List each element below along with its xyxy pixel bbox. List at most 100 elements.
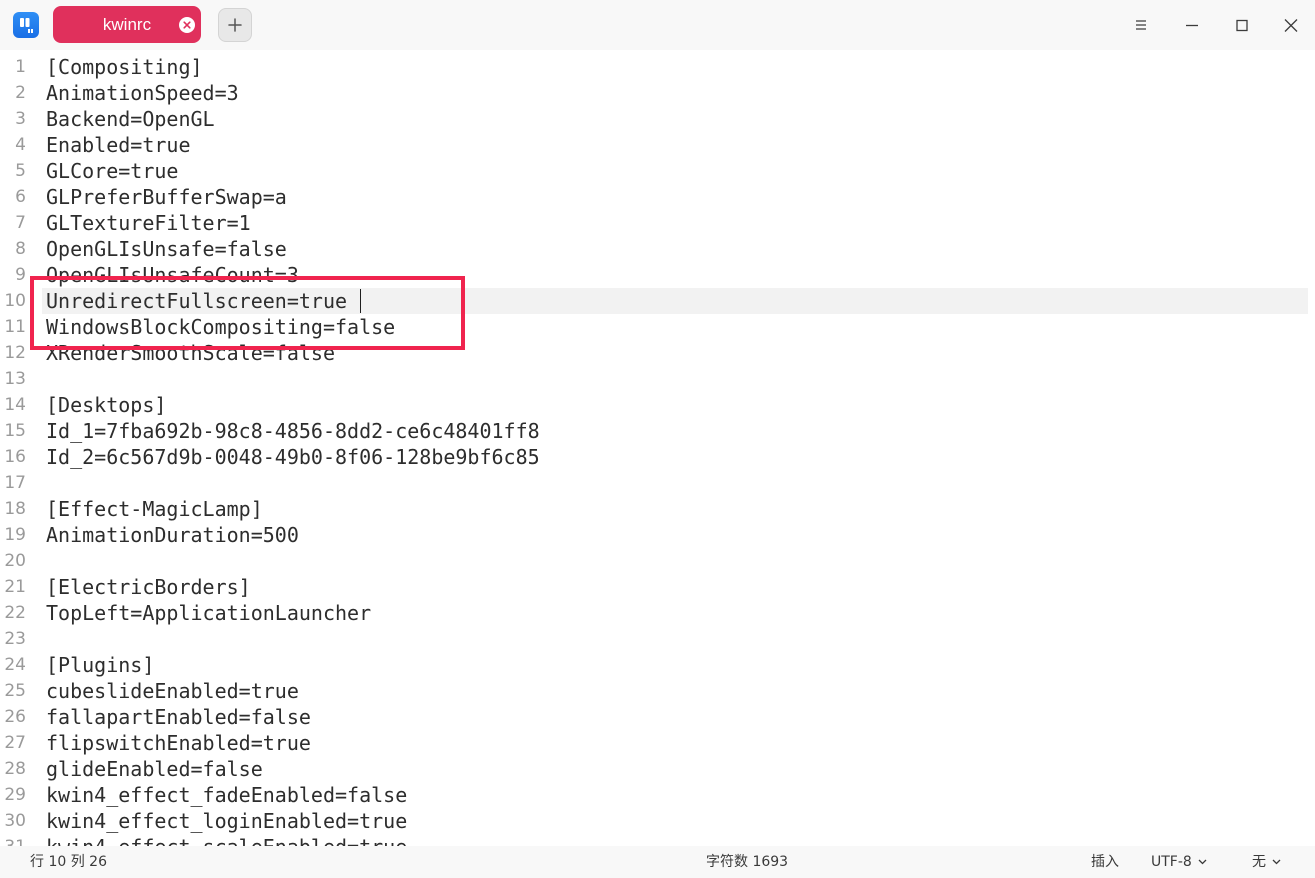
line-number: 25 (4, 681, 26, 701)
line-text[interactable]: Id_1=7fba692b-98c8-4856-8dd2-ce6c48401ff… (46, 418, 540, 444)
plus-icon (228, 18, 242, 32)
line-text[interactable]: kwin4_effect_loginEnabled=true (46, 808, 407, 834)
editor-line[interactable]: 7 GLTextureFilter=1 (0, 210, 1315, 236)
editor-line[interactable]: 29 kwin4_effect_fadeEnabled=false (0, 782, 1315, 808)
text-cursor (360, 289, 361, 313)
maximize-icon (1236, 19, 1248, 32)
line-number: 8 (15, 239, 26, 259)
editor-line[interactable]: 23 (0, 626, 1315, 652)
editor-line[interactable]: 13 (0, 366, 1315, 392)
line-number: 29 (4, 785, 26, 805)
line-number: 17 (4, 473, 26, 493)
editor-line[interactable]: 1 [Compositing] (0, 54, 1315, 80)
line-number: 28 (4, 759, 26, 779)
editor-line[interactable]: 25 cubeslideEnabled=true (0, 678, 1315, 704)
chevron-down-icon (1272, 859, 1281, 865)
title-bar: kwinrc (0, 0, 1315, 50)
line-text[interactable]: TopLeft=ApplicationLauncher (46, 600, 371, 626)
line-text[interactable]: [Desktops] (46, 392, 166, 418)
line-number: 30 (4, 811, 26, 831)
editor-line[interactable]: 27 flipswitchEnabled=true (0, 730, 1315, 756)
line-text[interactable]: GLCore=true (46, 158, 178, 184)
menu-button[interactable] (1126, 10, 1156, 40)
line-number: 14 (4, 395, 26, 415)
line-text[interactable]: fallapartEnabled=false (46, 704, 311, 730)
maximize-button[interactable] (1227, 10, 1257, 40)
encoding-value: UTF-8 (1151, 854, 1192, 870)
line-text[interactable]: Id_2=6c567d9b-0048-49b0-8f06-128be9bf6c8… (46, 444, 540, 470)
editor-line[interactable]: 14 [Desktops] (0, 392, 1315, 418)
line-number: 15 (4, 421, 26, 441)
editor-line[interactable]: 11 WindowsBlockCompositing=false (0, 314, 1315, 340)
editor-line[interactable]: 6 GLPreferBufferSwap=a (0, 184, 1315, 210)
editor-line[interactable]: 8 OpenGLIsUnsafe=false (0, 236, 1315, 262)
line-text[interactable]: [Effect-MagicLamp] (46, 496, 263, 522)
line-number: 22 (4, 603, 26, 623)
editor-line[interactable]: 5 GLCore=true (0, 158, 1315, 184)
highlight-dropdown[interactable]: 无 (1252, 846, 1281, 878)
insert-mode-toggle[interactable]: 插入 (1091, 846, 1119, 878)
line-number: 23 (4, 629, 26, 649)
line-text[interactable]: kwin4_effect_scaleEnabled=true (46, 834, 407, 846)
new-tab-button[interactable] (218, 8, 252, 42)
line-text[interactable]: [Plugins] (46, 652, 154, 678)
editor-line[interactable]: 18 [Effect-MagicLamp] (0, 496, 1315, 522)
line-text[interactable]: Enabled=true (46, 132, 191, 158)
line-text[interactable]: OpenGLIsUnsafeCount=3 (46, 262, 299, 288)
line-text[interactable]: WindowsBlockCompositing=false (46, 314, 395, 340)
text-editor-area[interactable]: 1 [Compositing] 2 AnimationSpeed=3 3 Backend=… (0, 50, 1315, 846)
line-text[interactable]: [ElectricBorders] (46, 574, 251, 600)
tab-close-icon[interactable] (179, 17, 195, 33)
close-button[interactable] (1276, 10, 1306, 40)
status-bar: 行 10 列 26 字符数 1693 插入 UTF-8 无 (0, 846, 1315, 878)
line-text[interactable]: Backend=OpenGL (46, 106, 215, 132)
editor-line[interactable]: 17 (0, 470, 1315, 496)
line-number: 4 (15, 135, 26, 155)
line-number: 2 (15, 83, 26, 103)
editor-line[interactable]: 24 [Plugins] (0, 652, 1315, 678)
line-text[interactable]: GLTextureFilter=1 (46, 210, 251, 236)
line-text[interactable]: UnredirectFullscreen=true (46, 288, 347, 314)
editor-line[interactable]: 22 TopLeft=ApplicationLauncher (0, 600, 1315, 626)
editor-line[interactable]: 4 Enabled=true (0, 132, 1315, 158)
editor-line[interactable]: 15 Id_1=7fba692b-98c8-4856-8dd2-ce6c48401… (0, 418, 1315, 444)
highlight-value: 无 (1252, 854, 1266, 870)
line-text[interactable]: kwin4_effect_fadeEnabled=false (46, 782, 407, 808)
editor-line[interactable]: 30 kwin4_effect_loginEnabled=true (0, 808, 1315, 834)
line-text[interactable]: AnimationSpeed=3 (46, 80, 239, 106)
editor-line[interactable]: 19 AnimationDuration=500 (0, 522, 1315, 548)
line-text[interactable]: AnimationDuration=500 (46, 522, 299, 548)
editor-line[interactable]: 12 XRenderSmoothScale=false (0, 340, 1315, 366)
line-number: 9 (15, 265, 26, 285)
character-count: 字符数 1693 (706, 854, 789, 870)
editor-line[interactable]: 2 AnimationSpeed=3 (0, 80, 1315, 106)
line-text[interactable]: [Compositing] (46, 54, 203, 80)
line-text[interactable]: OpenGLIsUnsafe=false (46, 236, 287, 262)
line-text[interactable]: glideEnabled=false (46, 756, 263, 782)
line-number: 24 (4, 655, 26, 675)
editor-line[interactable]: 21 [ElectricBorders] (0, 574, 1315, 600)
encoding-dropdown[interactable]: UTF-8 (1151, 846, 1207, 878)
line-number: 12 (4, 343, 26, 363)
minimize-button[interactable] (1177, 10, 1207, 40)
editor-line[interactable]: 3 Backend=OpenGL (0, 106, 1315, 132)
editor-line[interactable]: 31 kwin4_effect_scaleEnabled=true (0, 834, 1315, 846)
line-number: 6 (15, 187, 26, 207)
editor-line[interactable]: 16 Id_2=6c567d9b-0048-49b0-8f06-128be9bf6… (0, 444, 1315, 470)
editor-line[interactable]: 9 OpenGLIsUnsafeCount=3 (0, 262, 1315, 288)
line-number: 1 (15, 57, 26, 77)
line-number: 31 (0, 834, 26, 846)
tab-kwinrc[interactable]: kwinrc (53, 6, 201, 43)
editor-line[interactable]: 10 UnredirectFullscreen=true (0, 288, 1315, 314)
line-number: 16 (4, 447, 26, 467)
line-number: 7 (15, 213, 26, 233)
line-text[interactable]: XRenderSmoothScale=false (46, 340, 335, 366)
line-text[interactable]: cubeslideEnabled=true (46, 678, 299, 704)
line-number: 21 (4, 577, 26, 597)
line-text[interactable]: GLPreferBufferSwap=a (46, 184, 287, 210)
chevron-down-icon (1198, 859, 1207, 865)
editor-line[interactable]: 28 glideEnabled=false (0, 756, 1315, 782)
line-text[interactable]: flipswitchEnabled=true (46, 730, 311, 756)
editor-line[interactable]: 20 (0, 548, 1315, 574)
editor-line[interactable]: 26 fallapartEnabled=false (0, 704, 1315, 730)
